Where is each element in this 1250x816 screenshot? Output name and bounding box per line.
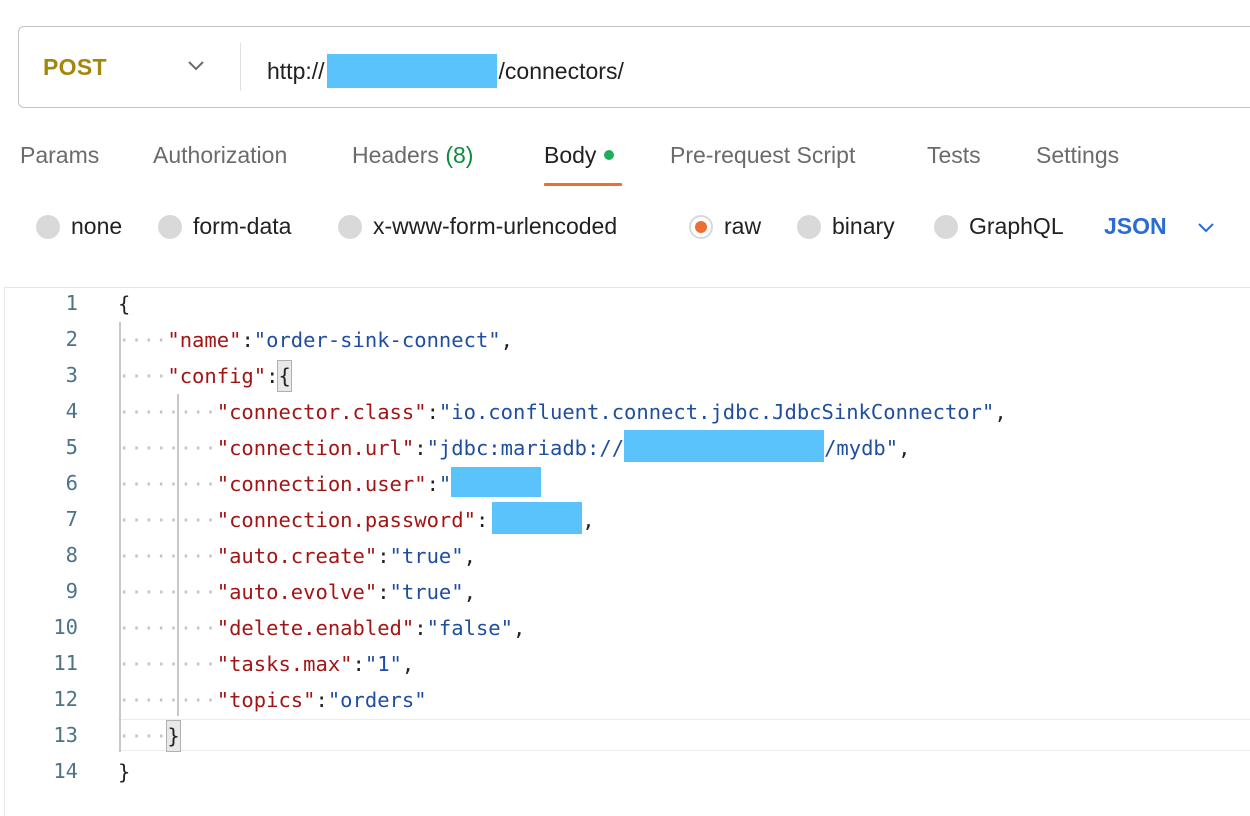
radio-label: x-www-form-urlencoded xyxy=(373,213,618,239)
radio-circle-icon xyxy=(158,214,182,239)
divider xyxy=(240,43,241,91)
radio-none[interactable]: none xyxy=(36,213,122,240)
open-brace: { xyxy=(118,292,131,316)
code-line-12: ········"topics":"orders" xyxy=(118,688,427,712)
json-key: "connection.user" xyxy=(216,472,427,496)
json-value: /mydb" xyxy=(824,436,899,460)
json-key: "auto.create" xyxy=(216,544,378,568)
redacted-host xyxy=(624,430,825,462)
json-key: "connector.class" xyxy=(216,400,427,424)
line-number: 7 xyxy=(65,507,78,531)
json-key: "tasks.max" xyxy=(216,652,353,676)
json-value: "1" xyxy=(364,652,402,676)
body-modified-dot-icon xyxy=(604,149,615,160)
chevron-down-icon[interactable] xyxy=(187,60,205,72)
radio-x-www-form-urlencoded[interactable]: x-www-form-urlencoded xyxy=(338,213,617,240)
radio-form-data[interactable]: form-data xyxy=(158,213,291,240)
line-number: 4 xyxy=(65,399,78,423)
code-line-10: ········"delete.enabled":"false", xyxy=(118,616,526,640)
json-value: "orders" xyxy=(327,688,427,712)
radio-selected-icon xyxy=(689,214,713,239)
line-number: 8 xyxy=(65,543,78,567)
code-line-6: ········"connection.user":" xyxy=(118,467,542,500)
tab-body-label: Body xyxy=(544,142,597,168)
line-number: 14 xyxy=(53,759,78,783)
code-line-3: ····"config":{ xyxy=(118,360,292,392)
code-line-2: ····"name":"order-sink-connect", xyxy=(118,328,513,352)
json-value: "io.confluent.connect.jdbc.JdbcSinkConne… xyxy=(438,400,995,424)
radio-label: raw xyxy=(724,213,762,239)
request-url-bar: POST http:// /connectors/ xyxy=(18,26,1250,108)
line-number: 2 xyxy=(65,327,78,351)
radio-circle-icon xyxy=(934,214,958,239)
code-line-4: ········"connector.class":"io.confluent.… xyxy=(118,400,1007,424)
radio-circle-icon xyxy=(36,214,60,239)
line-number: 3 xyxy=(65,363,78,387)
line-number: 9 xyxy=(65,579,78,603)
radio-circle-icon xyxy=(338,214,362,239)
json-value: " xyxy=(438,472,452,496)
close-brace: } xyxy=(118,760,131,784)
line-number: 1 xyxy=(65,291,78,315)
code-line-7: ········"connection.password":, xyxy=(118,502,595,537)
method-select[interactable]: POST xyxy=(43,54,107,81)
tab-tests[interactable]: Tests xyxy=(927,142,981,169)
radio-circle-icon xyxy=(797,214,821,239)
json-value: "true" xyxy=(389,544,464,568)
tab-headers-label: Headers xyxy=(352,142,439,168)
json-value: "order-sink-connect" xyxy=(253,328,501,352)
url-suffix: /connectors/ xyxy=(498,57,624,84)
line-number: 10 xyxy=(53,615,78,639)
tab-headers[interactable]: Headers (8) xyxy=(352,142,473,169)
code-line-1: { xyxy=(118,289,130,319)
json-key: "name" xyxy=(167,328,242,352)
radio-raw[interactable]: raw xyxy=(689,213,761,240)
json-value: "jdbc:mariadb:// xyxy=(426,436,625,460)
redacted-password xyxy=(492,502,583,534)
url-input[interactable]: http:// /connectors/ xyxy=(267,54,624,88)
line-number: 13 xyxy=(53,723,78,747)
radio-label: none xyxy=(71,213,123,239)
tab-settings[interactable]: Settings xyxy=(1036,142,1119,169)
json-key: "delete.enabled" xyxy=(216,616,415,640)
redacted-user xyxy=(451,467,542,497)
tab-pre-request-script[interactable]: Pre-request Script xyxy=(670,142,855,169)
json-value: "true" xyxy=(389,580,464,604)
chevron-down-icon[interactable] xyxy=(1197,222,1215,234)
radio-graphql[interactable]: GraphQL xyxy=(934,213,1064,240)
radio-label: binary xyxy=(832,213,895,239)
matched-bracket: { xyxy=(277,360,292,392)
tab-authorization[interactable]: Authorization xyxy=(153,142,287,169)
json-key: "topics" xyxy=(216,688,316,712)
current-line-highlight xyxy=(118,719,1250,751)
tab-body[interactable]: Body xyxy=(544,142,615,169)
line-number: 5 xyxy=(65,435,78,459)
json-key: "config" xyxy=(167,364,267,388)
line-number: 6 xyxy=(65,471,78,495)
code-line-13: ····} xyxy=(118,720,181,752)
code-line-14: } xyxy=(118,757,130,787)
matched-bracket: } xyxy=(166,720,181,752)
line-number: 11 xyxy=(53,651,78,675)
radio-label: GraphQL xyxy=(969,213,1064,239)
active-tab-indicator xyxy=(544,183,622,186)
code-line-11: ········"tasks.max":"1", xyxy=(118,652,415,676)
json-key: "auto.evolve" xyxy=(216,580,378,604)
language-select[interactable]: JSON xyxy=(1104,213,1167,240)
headers-count-badge: (8) xyxy=(445,142,474,168)
radio-label: form-data xyxy=(193,213,292,239)
url-prefix: http:// xyxy=(267,57,325,84)
code-line-8: ········"auto.create":"true", xyxy=(118,544,476,568)
json-value: "false" xyxy=(426,616,513,640)
tab-params[interactable]: Params xyxy=(20,142,99,169)
json-key: "connection.password" xyxy=(216,508,476,532)
redacted-host xyxy=(326,54,497,88)
line-number: 12 xyxy=(53,687,78,711)
code-line-9: ········"auto.evolve":"true", xyxy=(118,580,476,604)
code-line-5: ········"connection.url":"jdbc:mariadb:/… xyxy=(118,430,910,465)
json-key: "connection.url" xyxy=(216,436,415,460)
radio-binary[interactable]: binary xyxy=(797,213,895,240)
